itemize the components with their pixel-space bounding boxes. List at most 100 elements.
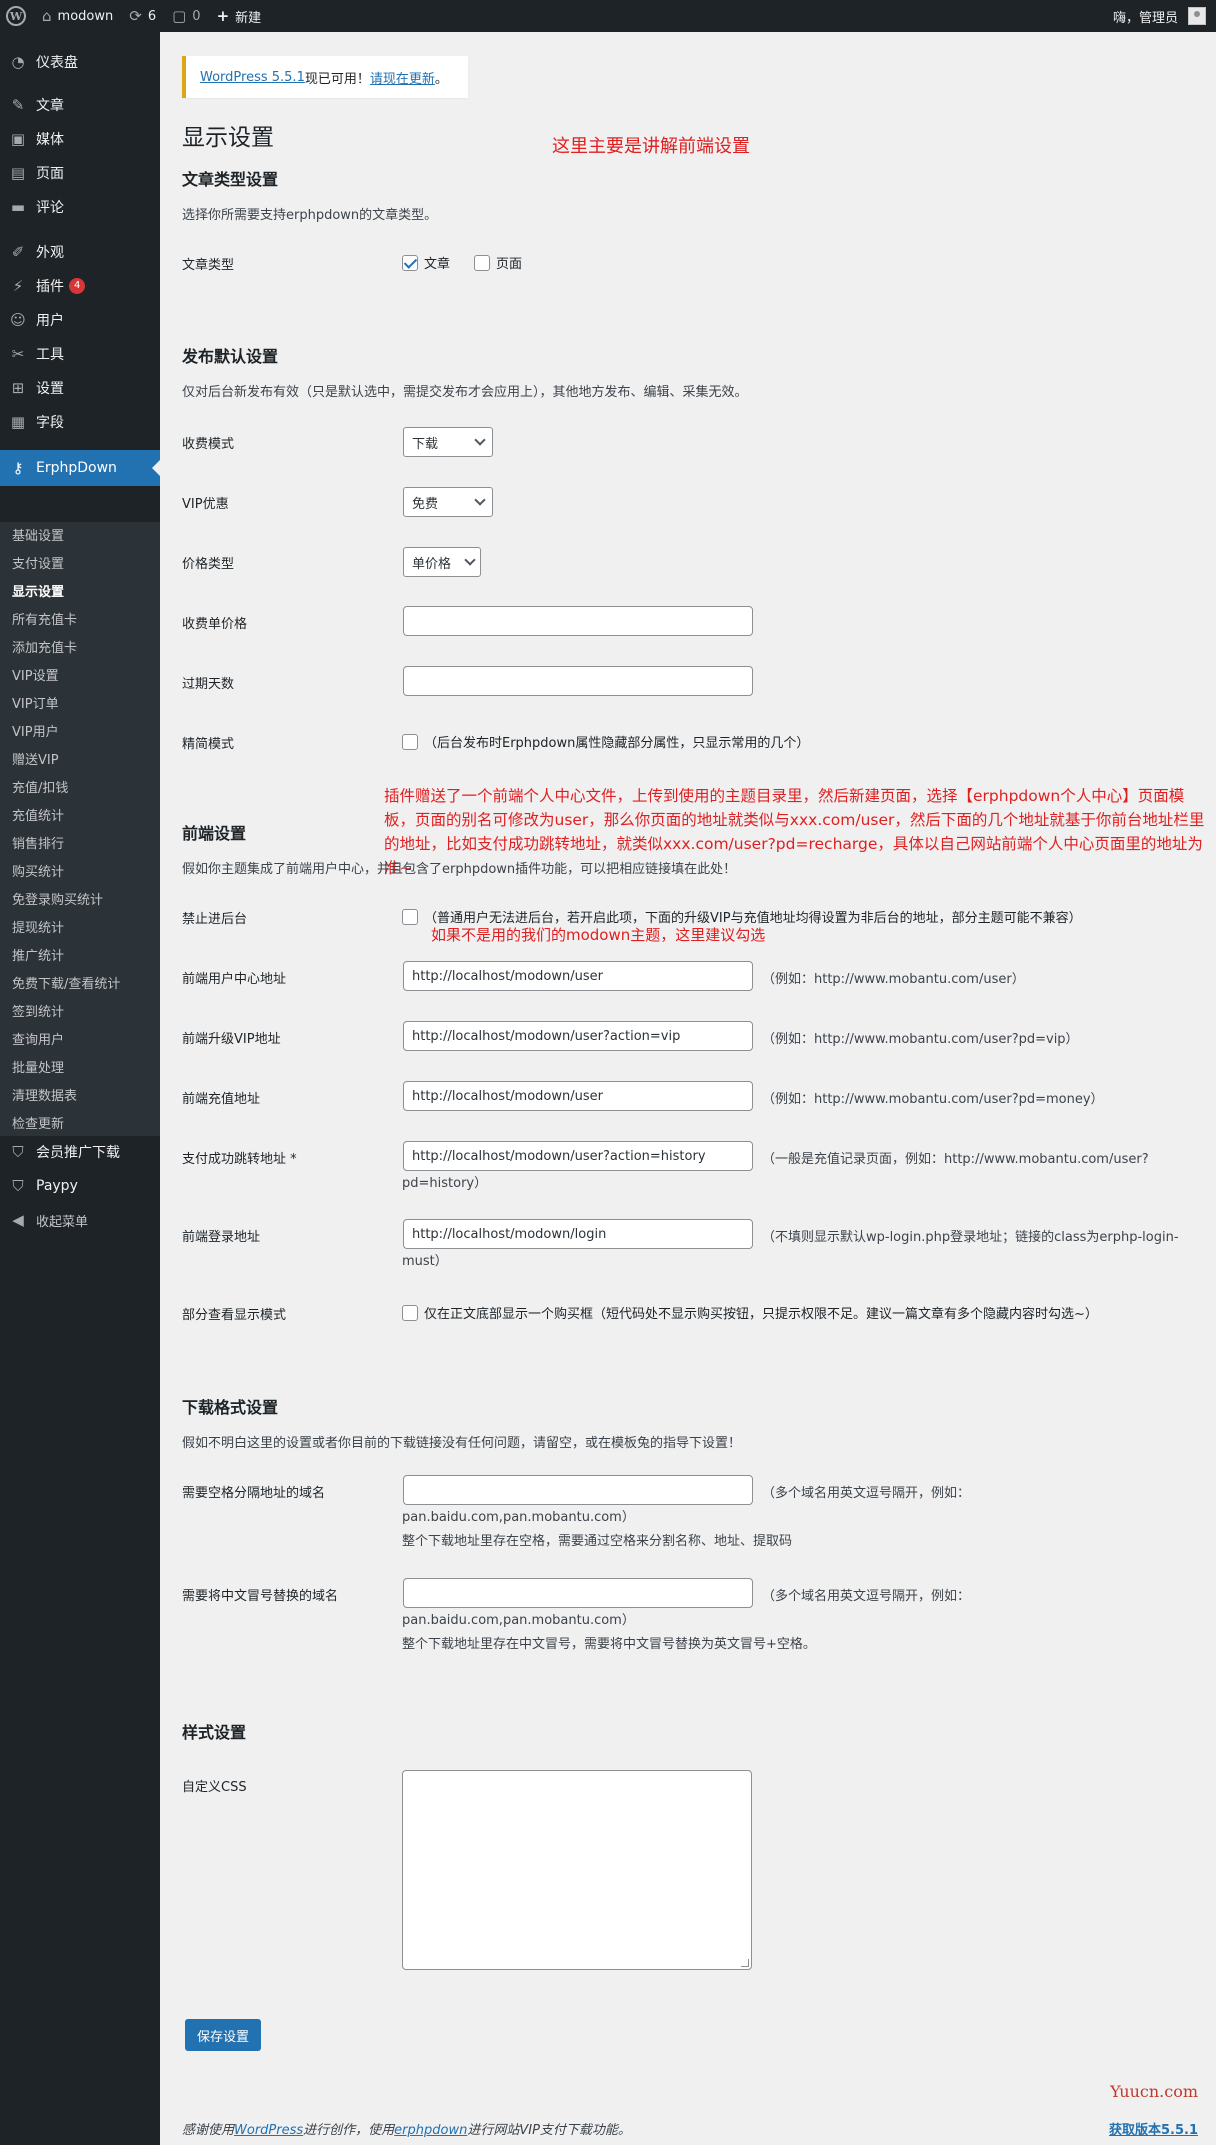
simple-mode-checkbox[interactable] bbox=[402, 733, 418, 750]
custom-css-textarea[interactable] bbox=[402, 1770, 752, 1970]
login-label: 前端登录地址 bbox=[182, 1230, 261, 1245]
menu-plugins[interactable]: ⚡ 插件 4 bbox=[0, 269, 160, 303]
plus-icon: + bbox=[216, 7, 230, 25]
collapse-menu-button[interactable]: ◀ 收起菜单 bbox=[0, 1203, 160, 1237]
new-content-link[interactable]: + 新建 bbox=[209, 0, 270, 32]
site-name: modown bbox=[57, 8, 114, 24]
updates-link[interactable]: ⟳ 6 bbox=[121, 0, 164, 32]
submenu-item[interactable]: 充值统计 bbox=[12, 806, 64, 828]
menu-fields[interactable]: ▦ 字段 bbox=[0, 405, 160, 439]
vip-discount-select[interactable]: 免费 bbox=[403, 487, 493, 517]
fee-mode-select[interactable]: 下载 bbox=[403, 427, 493, 457]
post-type-label: 文章类型 bbox=[182, 258, 235, 273]
menu-settings[interactable]: ⊞ 设置 bbox=[0, 371, 160, 405]
submenu-item[interactable]: 提现统计 bbox=[12, 918, 64, 940]
menu-comments[interactable]: ▬ 评论 bbox=[0, 190, 160, 224]
submenu-item[interactable]: 基础设置 bbox=[12, 526, 64, 548]
space-domain-hint-desc: 整个下载地址里存在空格，需要通过空格来分割名称、地址、提取码 bbox=[402, 1534, 793, 1549]
submenu-item[interactable]: 检查更新 bbox=[12, 1114, 64, 1136]
submenu-item[interactable]: 批量处理 bbox=[12, 1058, 64, 1080]
submenu-item-current[interactable]: 显示设置 bbox=[12, 582, 64, 604]
submenu-item[interactable]: 销售排行 bbox=[12, 834, 64, 856]
updates-icon: ⟳ bbox=[129, 7, 142, 25]
section-title-publish: 发布默认设置 bbox=[182, 347, 279, 366]
shield-icon: ⛉ bbox=[12, 1143, 24, 1161]
menu-member-promo[interactable]: ⛉ 会员推广下载 bbox=[0, 1135, 160, 1169]
footer-text: 感谢使用WordPress进行创作，使用erphpdown进行网站VIP支付下载… bbox=[182, 2119, 631, 2138]
menu-media[interactable]: ▣ 媒体 bbox=[0, 122, 160, 156]
site-name-link[interactable]: ⌂ modown bbox=[34, 0, 121, 32]
update-now-link[interactable]: 请现在更新 bbox=[370, 68, 435, 87]
erphpdown-link[interactable]: erphpdown bbox=[394, 2123, 467, 2138]
home-icon: ⌂ bbox=[42, 7, 52, 25]
user-center-input[interactable]: http://localhost/modown/user bbox=[403, 961, 753, 991]
wordpress-link[interactable]: WordPress bbox=[234, 2123, 303, 2138]
menu-paypy[interactable]: ⛉ Paypy bbox=[0, 1169, 160, 1203]
no-backend-checkbox[interactable] bbox=[402, 908, 418, 925]
submenu-item[interactable]: 购买统计 bbox=[12, 862, 64, 884]
colon-domain-hint: （多个域名用英文逗号隔开，例如： bbox=[762, 1589, 971, 1604]
post-type-post-label: 文章 bbox=[424, 257, 451, 272]
pay-success-hint: （一般是充值记录页面，例如：http://www.mobantu.com/use… bbox=[762, 1152, 1149, 1167]
submenu-item[interactable]: 所有充值卡 bbox=[12, 610, 77, 632]
simple-mode-row: （后台发布时Erphpdown属性隐藏部分属性，只显示常用的几个） bbox=[402, 732, 809, 751]
page-icon: ▤ bbox=[10, 164, 26, 182]
wp-logo-button[interactable]: W bbox=[0, 0, 34, 32]
submenu-item[interactable]: 签到统计 bbox=[12, 1002, 64, 1024]
submenu-item[interactable]: 免费下载/查看统计 bbox=[12, 974, 120, 996]
submenu-item[interactable]: 查询用户 bbox=[12, 1030, 64, 1052]
avatar bbox=[1188, 7, 1206, 25]
plugins-update-badge: 4 bbox=[69, 278, 86, 294]
submenu-item[interactable]: 支付设置 bbox=[12, 554, 64, 576]
submenu-item[interactable]: VIP用户 bbox=[12, 722, 59, 744]
notice-end: 。 bbox=[434, 71, 448, 87]
unit-price-input[interactable] bbox=[403, 606, 753, 636]
menu-dashboard[interactable]: ◔ 仪表盘 bbox=[0, 45, 160, 79]
save-settings-button[interactable]: 保存设置 bbox=[185, 2019, 262, 2051]
section-desc-download: 假如不明白这里的设置或者你目前的下载链接没有任何问题，请留空，或在模板兔的指导下… bbox=[182, 1436, 742, 1451]
update-notice: WordPress 5.5.1 现已可用！ 请现在更新 。 bbox=[182, 56, 468, 98]
my-account-link[interactable]: 嗨，管理员 bbox=[1105, 0, 1216, 32]
vip-upgrade-input[interactable]: http://localhost/modown/user?action=vip bbox=[403, 1021, 753, 1051]
menu-erphpdown[interactable]: ⚷ ErphpDown bbox=[0, 450, 160, 486]
post-type-page-checkbox[interactable] bbox=[474, 254, 491, 271]
recharge-input[interactable]: http://localhost/modown/user bbox=[403, 1081, 753, 1111]
pay-success-input[interactable]: http://localhost/modown/user?action=hist… bbox=[403, 1141, 753, 1171]
menu-tools[interactable]: ✂ 工具 bbox=[0, 337, 160, 371]
get-version-link[interactable]: 获取版本5.5.1 bbox=[1109, 2119, 1198, 2138]
post-type-post-checkbox[interactable] bbox=[402, 254, 418, 271]
menu-users[interactable]: ☺ 用户 bbox=[0, 303, 160, 337]
submenu-item[interactable]: VIP设置 bbox=[12, 666, 59, 688]
submenu-item[interactable]: 充值/扣钱 bbox=[12, 778, 68, 800]
submenu-item[interactable]: 推广统计 bbox=[12, 946, 64, 968]
login-input[interactable]: http://localhost/modown/login bbox=[403, 1219, 753, 1249]
wrench-icon: ✂ bbox=[11, 345, 25, 363]
colon-domain-input[interactable] bbox=[403, 1578, 753, 1608]
space-domain-input[interactable] bbox=[403, 1475, 753, 1505]
price-type-value: 单价格 bbox=[412, 556, 452, 572]
submenu-item[interactable]: 免登录购买统计 bbox=[12, 890, 103, 912]
submenu-item[interactable]: 添加充值卡 bbox=[12, 638, 77, 660]
unit-price-label: 收费单价格 bbox=[182, 617, 248, 632]
price-type-select[interactable]: 单价格 bbox=[403, 547, 481, 577]
menu-posts[interactable]: ✎ 文章 bbox=[0, 88, 160, 122]
menu-pages[interactable]: ▤ 页面 bbox=[0, 156, 160, 190]
chevron-down-icon bbox=[464, 554, 476, 566]
shield-icon: ⛉ bbox=[12, 1177, 24, 1195]
menu-appearance[interactable]: ✐ 外观 bbox=[0, 235, 160, 269]
recharge-label: 前端充值地址 bbox=[182, 1092, 261, 1107]
partial-view-checkbox[interactable] bbox=[402, 1304, 418, 1321]
colon-domain-hint-desc: 整个下载地址里存在中文冒号，需要将中文冒号替换为英文冒号+空格。 bbox=[402, 1637, 816, 1652]
vip-upgrade-hint: （例如：http://www.mobantu.com/user?pd=vip） bbox=[762, 1032, 1079, 1047]
wp-version-link[interactable]: WordPress 5.5.1 bbox=[200, 70, 305, 85]
resize-handle-icon[interactable] bbox=[741, 1959, 749, 1967]
submenu-item[interactable]: 清理数据表 bbox=[12, 1086, 77, 1108]
updates-count: 6 bbox=[147, 8, 157, 24]
comments-link[interactable]: ▢ 0 bbox=[164, 0, 208, 32]
chevron-down-icon bbox=[474, 434, 486, 446]
table-icon: ▦ bbox=[10, 413, 26, 431]
expire-days-input[interactable] bbox=[403, 666, 753, 696]
section-title-style: 样式设置 bbox=[182, 1723, 247, 1742]
submenu-item[interactable]: VIP订单 bbox=[12, 694, 59, 716]
submenu-item[interactable]: 赠送VIP bbox=[12, 750, 59, 772]
